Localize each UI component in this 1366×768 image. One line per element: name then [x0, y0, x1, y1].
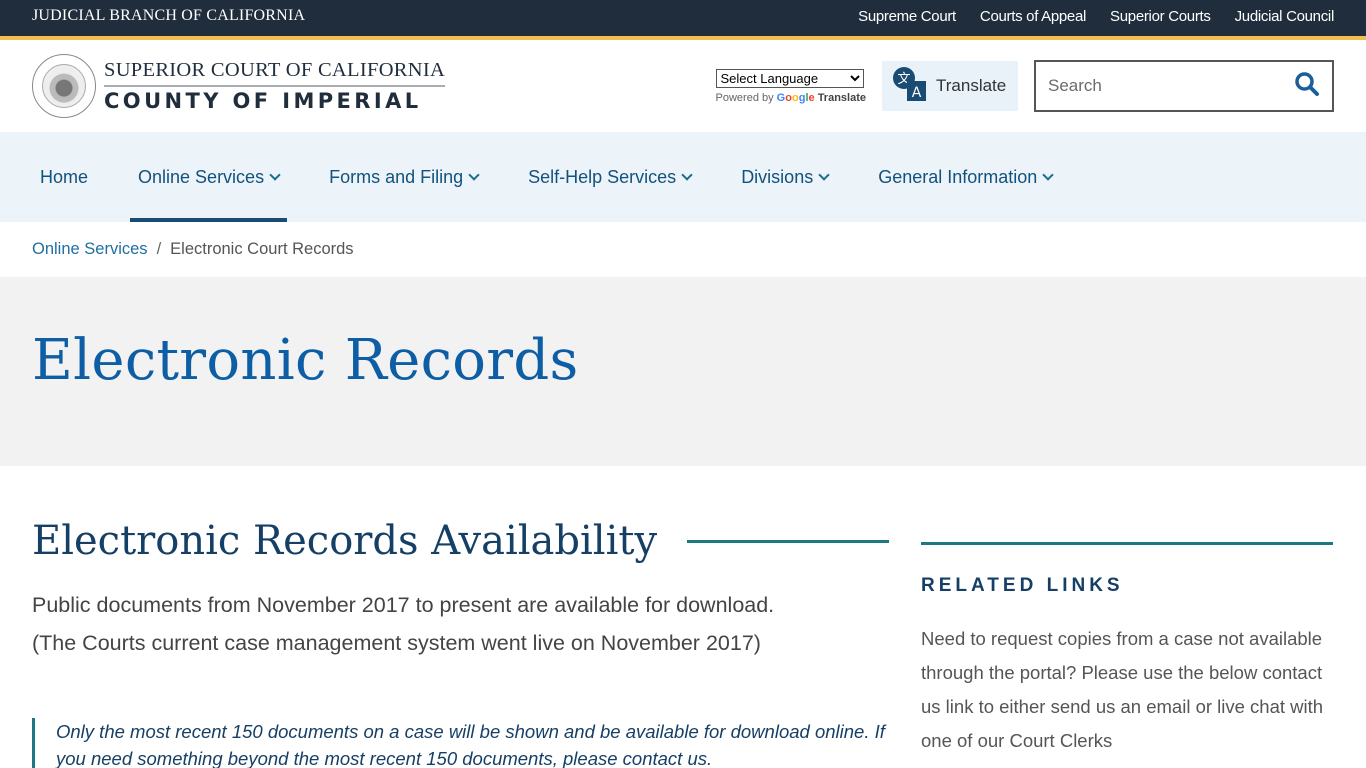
nav-item-self-help-services[interactable]: Self-Help Services: [520, 132, 699, 222]
section-title: Electronic Records Availability: [32, 518, 658, 564]
translate-icon: 文 A: [892, 66, 928, 107]
page-title: Electronic Records: [32, 328, 579, 393]
chevron-down-icon: [269, 168, 281, 181]
document-limit-notice: Only the most recent 150 documents on a …: [32, 718, 889, 768]
link-superior-courts[interactable]: Superior Courts: [1110, 8, 1211, 25]
section-heading: Electronic Records Availability: [32, 518, 889, 564]
logo-court-name: SUPERIOR COURT OF CALIFORNIA: [104, 59, 446, 87]
breadcrumb: Online Services / Electronic Court Recor…: [0, 222, 1366, 277]
chevron-down-icon: [468, 168, 480, 181]
breadcrumb-separator: /: [156, 240, 162, 258]
svg-text:A: A: [912, 85, 922, 101]
chevron-down-icon: [681, 168, 693, 181]
google-translate-widget: Select Language Powered by Google Transl…: [715, 68, 866, 104]
judicial-branch-bar: JUDICIAL BRANCH OF CALIFORNIA Supreme Co…: [0, 0, 1366, 40]
breadcrumb-current: Electronic Court Records: [170, 240, 354, 258]
main-content: Electronic Records Availability Public d…: [32, 466, 889, 768]
breadcrumb-online-services[interactable]: Online Services: [32, 240, 148, 259]
related-links-sidebar: RELATED LINKS Need to request copies fro…: [921, 466, 1333, 768]
content-area: Electronic Records Availability Public d…: [0, 466, 1366, 768]
search-icon[interactable]: [1294, 71, 1320, 102]
chevron-down-icon: [1042, 168, 1054, 181]
nav-item-divisions[interactable]: Divisions: [733, 132, 836, 222]
search-input[interactable]: [1048, 76, 1278, 96]
nav-item-forms-and-filing[interactable]: Forms and Filing: [321, 132, 486, 222]
nav-item-online-services[interactable]: Online Services: [130, 132, 288, 222]
link-judicial-council[interactable]: Judicial Council: [1235, 8, 1335, 25]
nav-item-home[interactable]: Home: [32, 132, 96, 222]
section-divider: [687, 539, 889, 543]
search-box: [1034, 60, 1334, 112]
site-header: SUPERIOR COURT OF CALIFORNIA COUNTY OF I…: [0, 40, 1366, 132]
link-courts-of-appeal[interactable]: Courts of Appeal: [980, 8, 1086, 25]
logo-county-name: COUNTY OF IMPERIAL: [104, 89, 422, 113]
link-supreme-court[interactable]: Supreme Court: [858, 8, 956, 25]
page-hero: Electronic Records: [0, 277, 1366, 466]
language-select[interactable]: Select Language: [715, 68, 864, 88]
judicial-branch-label: JUDICIAL BRANCH OF CALIFORNIA: [32, 7, 306, 24]
site-logo[interactable]: SUPERIOR COURT OF CALIFORNIA COUNTY OF I…: [32, 54, 446, 118]
nav-item-general-information[interactable]: General Information: [870, 132, 1060, 222]
translate-button[interactable]: 文 A Translate: [882, 61, 1018, 111]
translate-label: Translate: [936, 76, 1007, 95]
branch-links: Supreme Court Courts of Appeal Superior …: [858, 8, 1334, 25]
google-logo-text: Google: [776, 91, 815, 104]
related-links-text: Need to request copies from a case not a…: [921, 628, 1324, 751]
court-seal-icon: [32, 54, 96, 118]
powered-by-google: Powered by Google Translate: [715, 91, 866, 104]
related-links-heading: RELATED LINKS: [921, 575, 1124, 596]
sidebar-divider: [921, 542, 1333, 545]
chevron-down-icon: [818, 168, 830, 181]
main-nav: Home Online Services Forms and Filing Se…: [0, 132, 1366, 222]
intro-text: Public documents from November 2017 to p…: [32, 593, 775, 655]
